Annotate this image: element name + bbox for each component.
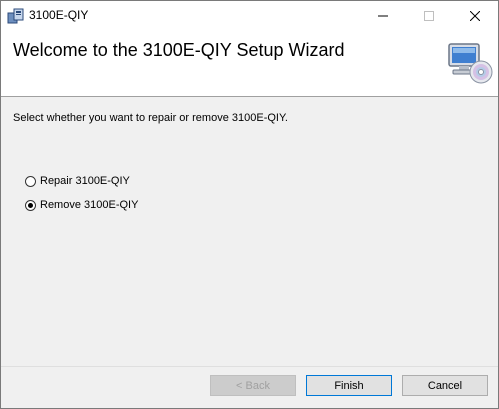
maximize-icon bbox=[424, 8, 434, 24]
finish-button[interactable]: Finish bbox=[306, 375, 392, 396]
repair-label: Repair 3100E-QIY bbox=[40, 175, 130, 187]
instruction-text: Select whether you want to repair or rem… bbox=[13, 112, 288, 124]
footer-divider bbox=[1, 366, 498, 367]
minimize-icon bbox=[378, 8, 388, 24]
close-icon bbox=[469, 8, 481, 24]
computer-disc-icon bbox=[445, 40, 493, 88]
back-button[interactable]: < Back bbox=[210, 375, 296, 396]
remove-radio[interactable] bbox=[25, 199, 36, 211]
cancel-button[interactable]: Cancel bbox=[402, 375, 488, 396]
window-title: 3100E-QIY bbox=[29, 8, 89, 22]
installer-icon bbox=[7, 7, 25, 25]
wizard-header: Welcome to the 3100E-QIY Setup Wizard bbox=[1, 31, 498, 97]
minimize-button[interactable] bbox=[360, 1, 406, 31]
close-button[interactable] bbox=[452, 1, 498, 31]
setup-window: 3100E-QIY Welcome to the 3100E-QIY Setup… bbox=[0, 0, 499, 409]
remove-label: Remove 3100E-QIY bbox=[40, 199, 139, 211]
remove-option[interactable]: Remove 3100E-QIY bbox=[25, 199, 138, 211]
repair-radio[interactable] bbox=[25, 175, 36, 187]
title-bar: 3100E-QIY bbox=[1, 1, 498, 31]
repair-option[interactable]: Repair 3100E-QIY bbox=[25, 175, 130, 187]
maximize-button[interactable] bbox=[406, 1, 452, 31]
page-title: Welcome to the 3100E-QIY Setup Wizard bbox=[13, 40, 345, 60]
